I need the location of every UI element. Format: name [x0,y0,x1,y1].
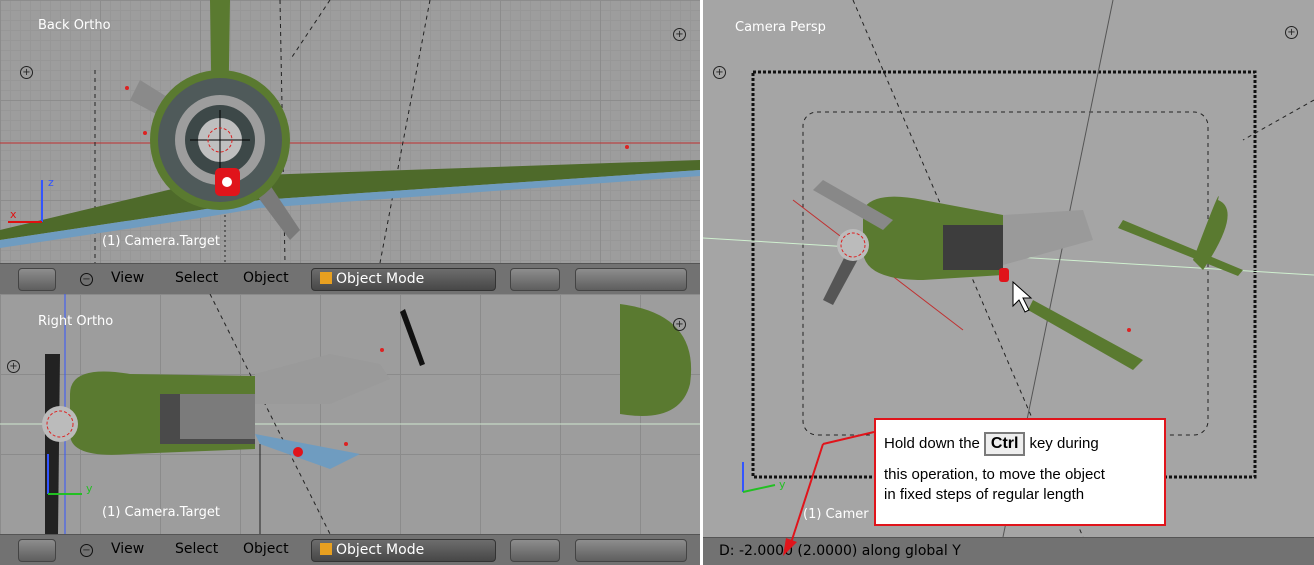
svg-text:y: y [86,482,93,495]
viewport-back-ortho[interactable]: z x Back Ortho (1) Camera.Target + + [0,0,700,263]
svg-text:y: y [779,478,786,491]
add-icon[interactable]: + [713,66,726,79]
menu-select[interactable]: Select [175,270,218,286]
svg-text:z: z [48,176,54,189]
add-icon[interactable]: + [7,360,20,373]
add-icon[interactable]: + [1285,26,1298,39]
back-ortho-scene: z x [0,0,700,263]
viewport-right-ortho[interactable]: y Right Ortho (1) Camera.Target + + [0,294,700,534]
menu-select[interactable]: Select [175,541,218,557]
viewport-title: Right Ortho [38,314,114,329]
active-object-label: (1) Camer [803,507,869,522]
mode-label: Object Mode [336,542,425,558]
right-ortho-scene: y [0,294,700,534]
transform-readout: D: -2.0000 (2.0000) along global Y [719,543,961,559]
shading-button[interactable] [510,539,560,562]
shading-button[interactable] [510,268,560,291]
viewport-title: Back Ortho [38,18,111,33]
mode-selector[interactable]: Object Mode [311,539,496,562]
active-object-label: (1) Camera.Target [102,234,220,249]
add-icon[interactable]: + [20,66,33,79]
ctrl-key-icon: Ctrl [983,432,1026,456]
viewport-title: Camera Persp [735,20,826,35]
viewport-header: − View Select Object Object Mode [0,263,700,294]
callout-text-line2: this operation, to move the object [884,466,1105,483]
callout-text-post: key during [1029,435,1099,452]
editor-type-button[interactable] [18,268,56,291]
menu-object[interactable]: Object [243,541,289,557]
pivot-button[interactable] [575,539,687,562]
collapse-menu-icon[interactable]: − [80,273,93,286]
annotation-callout: Hold down the Ctrl key during this operati… [874,418,1166,526]
mode-label: Object Mode [336,271,425,287]
mode-selector[interactable]: Object Mode [311,268,496,291]
add-icon[interactable]: + [673,28,686,41]
svg-text:x: x [10,208,17,221]
menu-object[interactable]: Object [243,270,289,286]
status-bar: D: -2.0000 (2.0000) along global Y [703,537,1314,565]
menu-view[interactable]: View [111,270,144,286]
editor-type-button[interactable] [18,539,56,562]
menu-view[interactable]: View [111,541,144,557]
cube-icon [320,543,332,555]
viewport-header: − View Select Object Object Mode [0,534,700,565]
callout-text-pre: Hold down the [884,435,980,452]
add-icon[interactable]: + [673,318,686,331]
pivot-button[interactable] [575,268,687,291]
active-object-label: (1) Camera.Target [102,505,220,520]
callout-text-line3: in fixed steps of regular length [884,486,1085,503]
cube-icon [320,272,332,284]
collapse-menu-icon[interactable]: − [80,544,93,557]
